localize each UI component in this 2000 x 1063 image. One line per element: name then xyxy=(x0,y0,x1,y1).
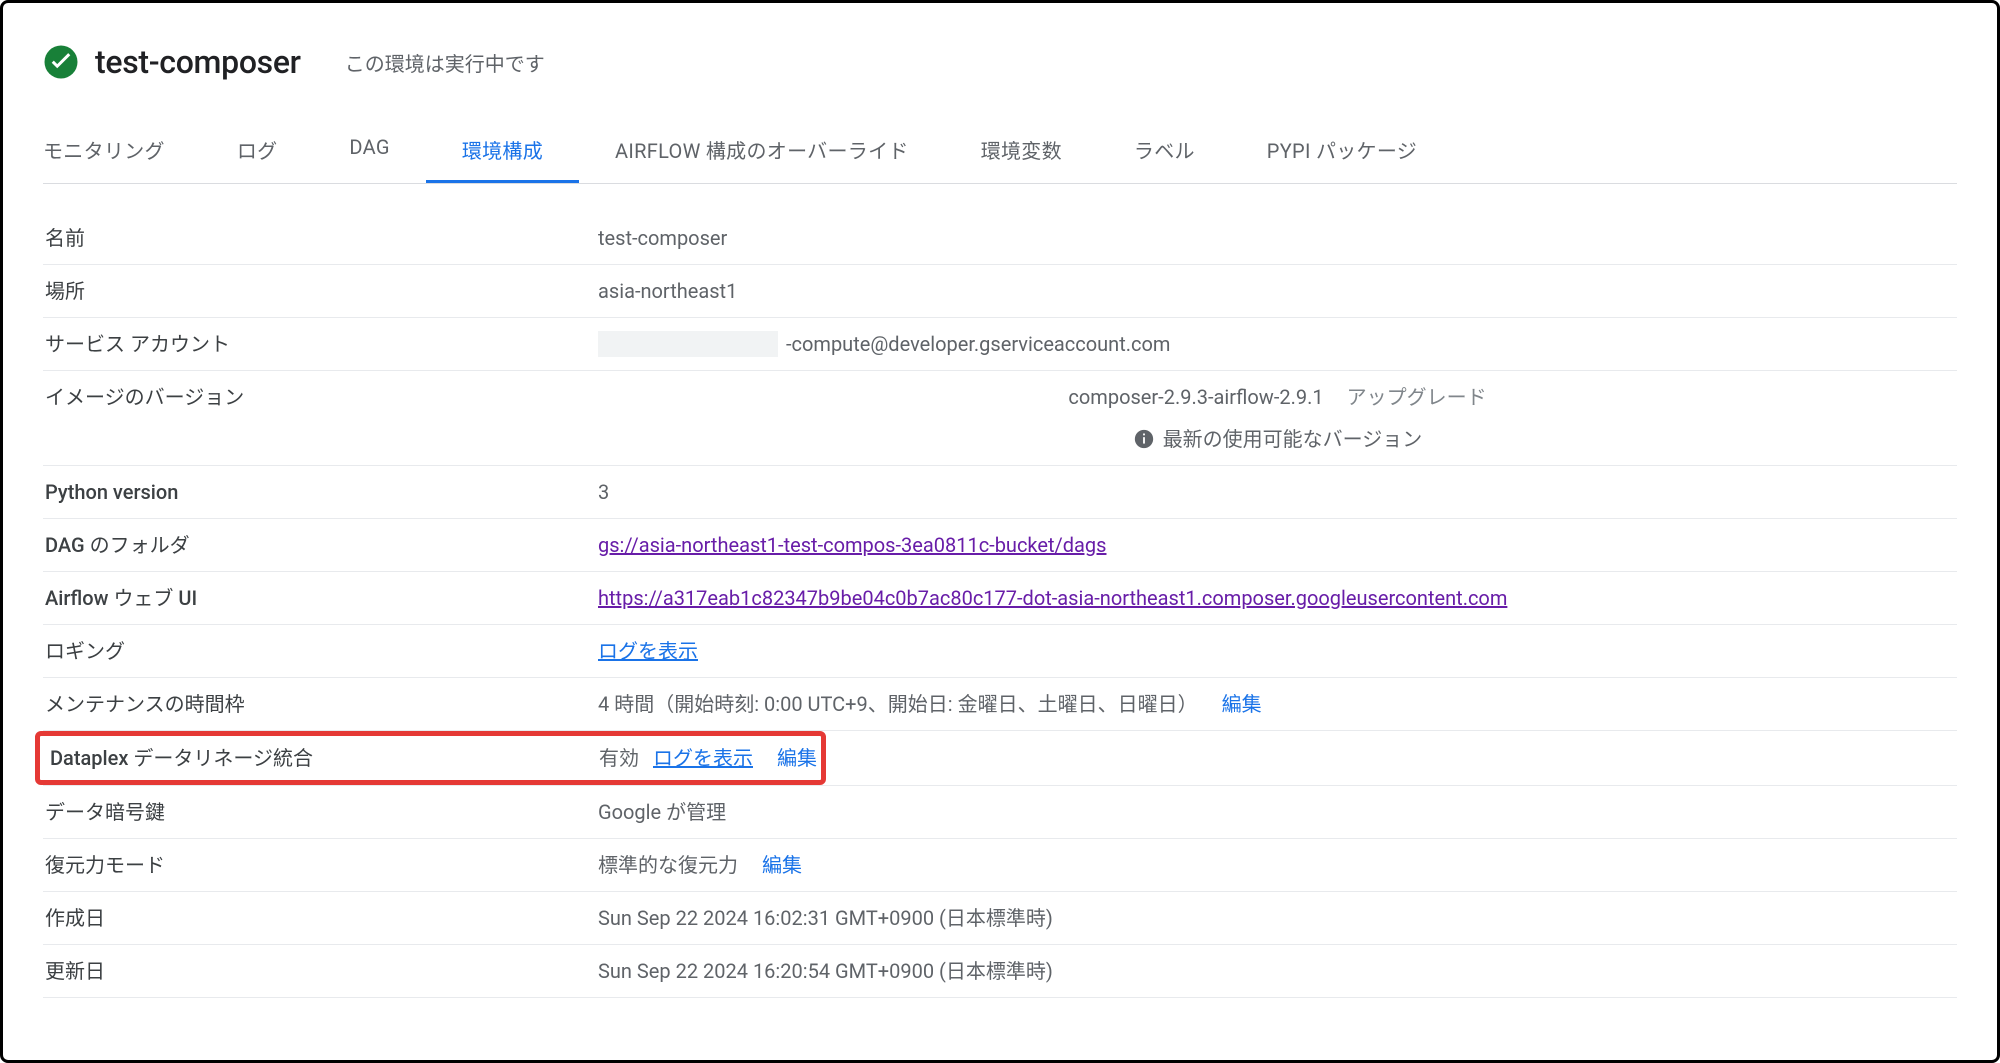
tab-logs[interactable]: ログ xyxy=(201,121,314,183)
label-dataplex: Dataplex データリネージ統合 xyxy=(44,742,599,774)
label-dag-folder: DAG のフォルダ xyxy=(43,529,598,561)
row-updated: 更新日 Sun Sep 22 2024 16:20:54 GMT+0900 (日… xyxy=(43,945,1957,998)
upgrade-text: アップグレード xyxy=(1347,385,1487,409)
row-location: 場所 asia-northeast1 xyxy=(43,265,1957,318)
value-logging: ログを表示 xyxy=(598,635,1957,667)
tab-monitoring[interactable]: モニタリング xyxy=(43,121,201,183)
config-content: 名前 test-composer 場所 asia-northeast1 サービス… xyxy=(43,184,1957,998)
value-python-version: 3 xyxy=(598,476,1957,508)
value-location: asia-northeast1 xyxy=(598,275,1957,307)
row-maintenance: メンテナンスの時間枠 4 時間（開始時刻: 0:00 UTC+9、開始日: 金曜… xyxy=(43,678,1957,731)
maintenance-edit-link[interactable]: 編集 xyxy=(1222,688,1262,720)
row-dataplex-wrapper: Dataplex データリネージ統合 有効 ログを表示 編集 xyxy=(43,731,1957,785)
tab-env-config[interactable]: 環境構成 xyxy=(426,121,579,183)
dataplex-show-logs-link[interactable]: ログを表示 xyxy=(653,742,753,774)
row-service-account: サービス アカウント -compute@developer.gserviceac… xyxy=(43,318,1957,371)
show-logs-link[interactable]: ログを表示 xyxy=(598,635,698,667)
environment-title: test-composer xyxy=(95,43,301,81)
row-logging: ロギング ログを表示 xyxy=(43,625,1957,678)
info-icon xyxy=(1133,428,1155,450)
label-python-version: Python version xyxy=(43,476,598,508)
check-circle-icon xyxy=(43,44,79,80)
tab-dag[interactable]: DAG xyxy=(313,121,425,183)
dag-folder-link[interactable]: gs://asia-northeast1-test-compos-3ea0811… xyxy=(598,529,1106,561)
tab-labels[interactable]: ラベル xyxy=(1098,121,1231,183)
value-airflow-ui: https://a317eab1c82347b9be04c0b7ac80c177… xyxy=(598,582,1957,614)
value-encryption: Google が管理 xyxy=(598,796,1957,828)
row-resilience: 復元力モード 標準的な復元力 編集 xyxy=(43,839,1957,892)
tab-airflow-override[interactable]: AIRFLOW 構成のオーバーライド xyxy=(579,121,945,183)
label-resilience: 復元力モード xyxy=(43,849,598,881)
row-airflow-ui: Airflow ウェブ UI https://a317eab1c82347b9b… xyxy=(43,572,1957,625)
row-python-version: Python version 3 xyxy=(43,466,1957,519)
value-updated: Sun Sep 22 2024 16:20:54 GMT+0900 (日本標準時… xyxy=(598,955,1957,987)
page-header: test-composer この環境は実行中です xyxy=(43,43,1957,81)
row-dag-folder: DAG のフォルダ gs://asia-northeast1-test-comp… xyxy=(43,519,1957,572)
label-encryption: データ暗号鍵 xyxy=(43,796,598,828)
label-maintenance: メンテナンスの時間枠 xyxy=(43,688,598,720)
dataplex-highlight: Dataplex データリネージ統合 有効 ログを表示 編集 xyxy=(35,731,826,785)
label-logging: ロギング xyxy=(43,635,598,667)
tab-pypi[interactable]: PYPI パッケージ xyxy=(1231,121,1453,183)
row-name: 名前 test-composer xyxy=(43,212,1957,265)
label-airflow-ui: Airflow ウェブ UI xyxy=(43,582,598,614)
label-created: 作成日 xyxy=(43,902,598,934)
row-image-version: イメージのバージョン composer-2.9.3-airflow-2.9.1 … xyxy=(43,371,1957,466)
tabs-nav: モニタリング ログ DAG 環境構成 AIRFLOW 構成のオーバーライド 環境… xyxy=(43,121,1957,184)
label-service-account: サービス アカウント xyxy=(43,328,598,360)
label-location: 場所 xyxy=(43,275,598,307)
label-name: 名前 xyxy=(43,222,598,254)
value-resilience: 標準的な復元力 編集 xyxy=(598,849,1957,881)
label-image-version: イメージのバージョン xyxy=(43,381,598,413)
environment-status: この環境は実行中です xyxy=(345,48,545,77)
value-maintenance: 4 時間（開始時刻: 0:00 UTC+9、開始日: 金曜日、土曜日、日曜日） … xyxy=(598,688,1957,720)
label-updated: 更新日 xyxy=(43,955,598,987)
value-image-version: composer-2.9.3-airflow-2.9.1 アップグレード 最新の… xyxy=(598,381,1957,455)
info-text: 最新の使用可能なバージョン xyxy=(1163,423,1423,455)
tab-env-vars[interactable]: 環境変数 xyxy=(945,121,1098,183)
value-service-account: -compute@developer.gserviceaccount.com xyxy=(598,328,1957,360)
value-name: test-composer xyxy=(598,222,1957,254)
row-encryption: データ暗号鍵 Google が管理 xyxy=(43,785,1957,839)
value-created: Sun Sep 22 2024 16:02:31 GMT+0900 (日本標準時… xyxy=(598,902,1957,934)
value-dataplex: 有効 ログを表示 編集 xyxy=(599,742,817,774)
resilience-edit-link[interactable]: 編集 xyxy=(762,849,802,881)
row-created: 作成日 Sun Sep 22 2024 16:02:31 GMT+0900 (日… xyxy=(43,892,1957,945)
value-dag-folder: gs://asia-northeast1-test-compos-3ea0811… xyxy=(598,529,1957,561)
redacted-block xyxy=(598,331,778,357)
dataplex-edit-link[interactable]: 編集 xyxy=(777,742,817,774)
airflow-ui-link[interactable]: https://a317eab1c82347b9be04c0b7ac80c177… xyxy=(598,582,1507,614)
